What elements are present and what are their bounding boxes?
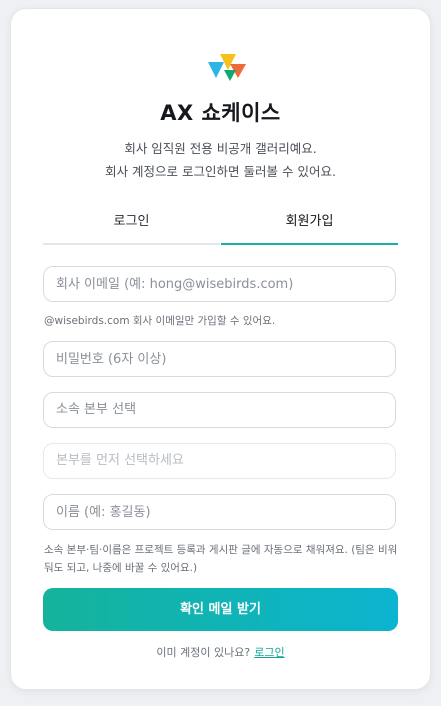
tab-login[interactable]: 로그인 <box>43 205 220 245</box>
email-hint: @wisebirds.com 회사 이메일만 가입할 수 있어요. <box>44 315 276 327</box>
auth-tabs: 로그인 회원가입 <box>43 205 398 245</box>
division-select[interactable]: 소속 본부 선택 <box>43 392 396 428</box>
login-link[interactable]: 로그인 <box>254 646 284 659</box>
tab-signup[interactable]: 회원가입 <box>221 205 398 245</box>
password-field[interactable] <box>43 341 396 377</box>
subtitle-line-1: 회사 임직원 전용 비공개 갤러리예요. <box>124 141 317 156</box>
team-select-placeholder: 본부를 먼저 선택하세요 <box>56 453 184 468</box>
signup-card: AX 쇼케이스 회사 임직원 전용 비공개 갤러리예요. 회사 계정으로 로그인… <box>10 8 431 690</box>
login-prompt: 이미 계정이 있나요? 로그인 <box>11 644 430 660</box>
subtitle-line-2: 회사 계정으로 로그인하면 둘러볼 수 있어요. <box>105 164 336 179</box>
name-field[interactable] <box>43 494 396 530</box>
page-title: AX 쇼케이스 <box>160 101 281 125</box>
ax-logo-icon <box>208 54 246 81</box>
team-select[interactable]: 본부를 먼저 선택하세요 <box>43 443 396 479</box>
login-prompt-text: 이미 계정이 있나요? <box>156 646 251 659</box>
send-confirmation-button[interactable]: 확인 메일 받기 <box>43 588 398 631</box>
division-select-placeholder: 소속 본부 선택 <box>56 402 137 417</box>
email-field[interactable] <box>43 266 396 302</box>
info-hint: 소속 본부·팀·이름은 프로젝트 등록과 게시판 글에 자동으로 채워져요. (… <box>44 544 398 574</box>
